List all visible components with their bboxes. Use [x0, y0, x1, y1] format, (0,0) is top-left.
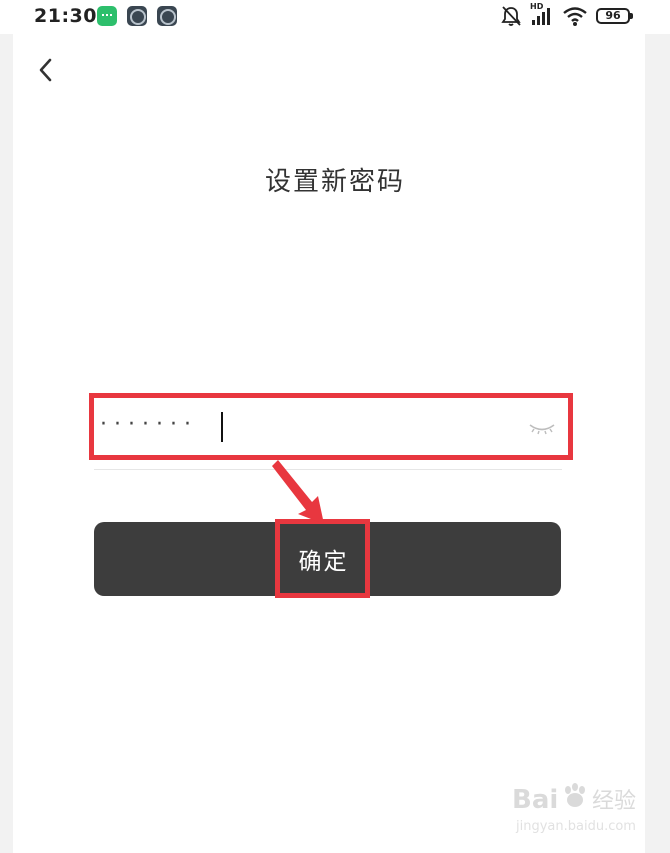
chevron-left-icon	[39, 58, 52, 82]
confirm-button[interactable]: 确定	[94, 522, 561, 596]
confirm-button-label: 确定	[298, 549, 349, 575]
password-visibility-toggle[interactable]	[528, 418, 556, 438]
page-title: 设置新密码	[264, 167, 405, 197]
svg-text:经验: 经验	[592, 789, 636, 814]
battery-icon: 96	[596, 8, 633, 24]
wifi-icon	[562, 5, 588, 27]
password-input[interactable]: ·······	[100, 410, 198, 440]
watermark: Bai 经验 jingyan.baidu.com	[512, 778, 640, 840]
cellular-signal-icon: HD	[530, 2, 554, 27]
app-icon	[157, 6, 177, 26]
system-icons: HD 96	[500, 2, 633, 28]
silent-bell-icon	[500, 5, 522, 27]
watermark-url: jingyan.baidu.com	[516, 819, 636, 834]
svg-text:Bai: Bai	[512, 785, 558, 815]
status-bar: 21:30 HD 96	[0, 0, 670, 34]
baidu-logo-icon: Bai 经验	[512, 783, 636, 815]
input-underline	[94, 469, 562, 470]
app-icon	[127, 6, 147, 26]
status-time: 21:30	[34, 5, 97, 27]
text-caret	[221, 412, 223, 442]
eye-closed-icon	[529, 424, 555, 435]
hd-label: HD	[530, 2, 544, 11]
message-app-icon	[97, 6, 117, 26]
back-button[interactable]	[34, 56, 60, 84]
password-field[interactable]: ·······	[94, 400, 564, 455]
